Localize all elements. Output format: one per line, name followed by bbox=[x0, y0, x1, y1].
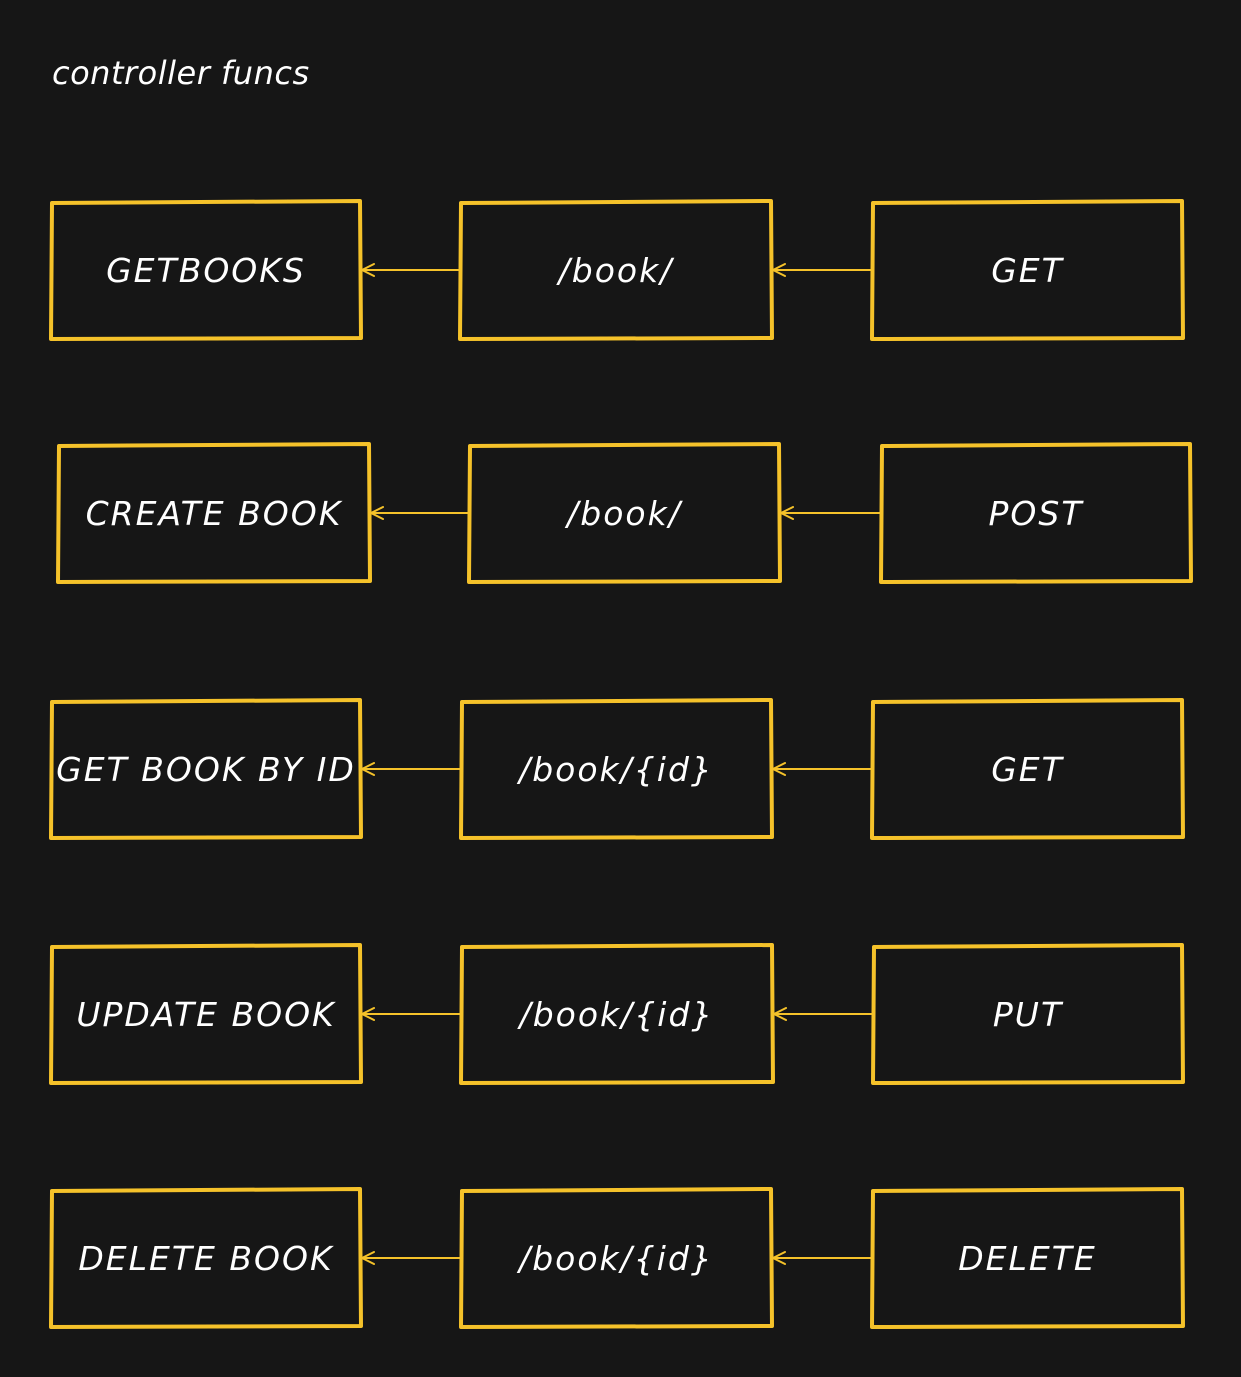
route-label: /book/ bbox=[558, 250, 674, 290]
route-label: /book/{id} bbox=[519, 994, 715, 1034]
route-label: /book/{id} bbox=[519, 1238, 714, 1278]
function-label: DELETE BOOK bbox=[78, 1238, 334, 1278]
route-label: /book/{id} bbox=[519, 749, 714, 789]
function-label: UPDATE BOOK bbox=[76, 994, 336, 1034]
function-label: GETBOOKS bbox=[106, 250, 306, 290]
method-label: GET bbox=[991, 749, 1064, 789]
method-label: DELETE bbox=[958, 1238, 1097, 1278]
method-label: GET bbox=[991, 250, 1064, 290]
function-label: GET BOOK BY ID bbox=[56, 749, 356, 789]
method-label: POST bbox=[988, 493, 1084, 533]
method-label: PUT bbox=[992, 994, 1064, 1034]
function-label: CREATE BOOK bbox=[85, 493, 343, 533]
route-label: /book/ bbox=[567, 493, 682, 533]
